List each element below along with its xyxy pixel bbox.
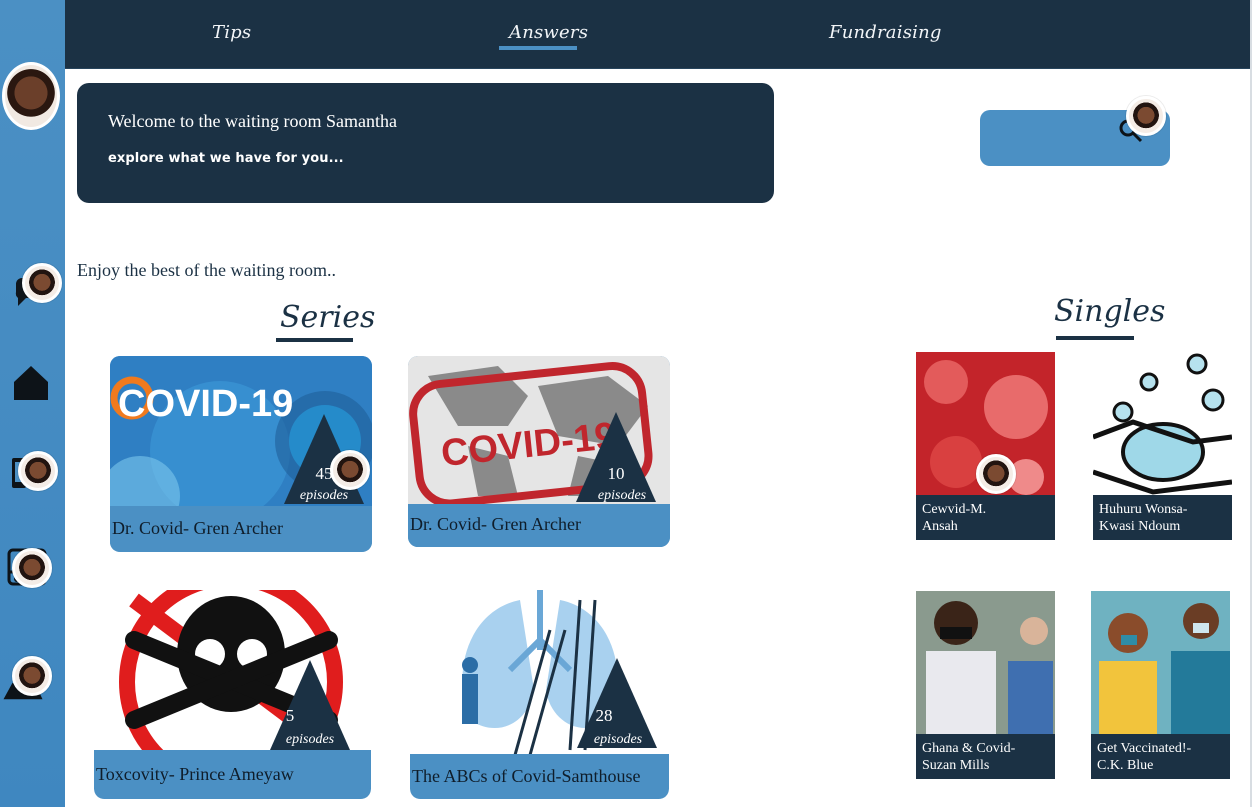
vaccinated-people-image [1091, 591, 1230, 734]
single-title-line: Cewvid-M. [922, 502, 987, 517]
episode-label: episodes [285, 732, 335, 747]
series-title: Dr. Covid- Gren Archer [110, 508, 372, 550]
intro-text: Enjoy the best of the waiting room.. [77, 260, 336, 280]
single-title-line: Huhuru Wonsa- [1099, 502, 1188, 517]
single-card[interactable]: Ghana & Covid- Suzan Mills [916, 591, 1055, 779]
avatar [330, 450, 370, 490]
single-title: Ghana & Covid- Suzan Mills [922, 740, 1015, 774]
welcome-subtitle: explore what we have for you... [108, 151, 344, 166]
handwashing-image [1093, 352, 1232, 495]
single-card[interactable]: Cewvid-M. Ansah [916, 352, 1055, 540]
single-title: Huhuru Wonsa- Kwasi Ndoum [1099, 501, 1187, 535]
avatar [976, 454, 1016, 494]
tab-fundraising[interactable]: Fundraising [829, 22, 942, 43]
series-title: Dr. Covid- Gren Archer [408, 504, 670, 547]
series-card[interactable]: 28 episodes The ABCs of Covid-Samthouse [410, 590, 669, 799]
single-title: Get Vaccinated!- C.K. Blue [1097, 740, 1191, 774]
single-title-line: Suzan Mills [922, 758, 990, 773]
singles-underline [1056, 336, 1134, 340]
series-heading: Series [280, 300, 376, 335]
episode-count: 28 [595, 706, 613, 725]
episode-label: episodes [299, 488, 349, 503]
single-title-line: Kwasi Ndoum [1099, 519, 1181, 534]
series-title: The ABCs of Covid-Samthouse [410, 754, 669, 799]
search-button[interactable] [980, 96, 1170, 166]
welcome-title: Welcome to the waiting room Samantha [108, 111, 397, 131]
single-title: Cewvid-M. Ansah [922, 501, 986, 535]
avatar [12, 548, 52, 588]
avatar [22, 263, 62, 303]
singles-heading: Singles [1054, 294, 1166, 329]
single-card[interactable]: Huhuru Wonsa- Kwasi Ndoum [1093, 352, 1232, 540]
series-card[interactable]: COVID-19 10 episodes Dr. Covid- Gren Arc… [408, 356, 670, 547]
avatar [12, 656, 52, 696]
single-card[interactable]: Get Vaccinated!- C.K. Blue [1091, 591, 1230, 779]
single-title-line: Ansah [922, 519, 958, 534]
tab-tips[interactable]: Tips [212, 22, 251, 43]
single-title-line: Get Vaccinated!- [1097, 741, 1192, 756]
home-icon[interactable] [10, 362, 52, 404]
active-tab-indicator [499, 46, 577, 50]
user-avatar[interactable] [2, 62, 60, 130]
covid-banner-text: COVID-19 [118, 383, 293, 425]
episode-count: 10 [607, 464, 625, 483]
series-title: Toxcovity- Prince Ameyaw [94, 750, 371, 799]
episode-label: episodes [593, 732, 643, 747]
single-title-line: Ghana & Covid- [922, 741, 1016, 756]
sidebar [0, 0, 65, 807]
episode-count: 5 [285, 706, 295, 725]
avatar [18, 451, 58, 491]
series-card[interactable]: COVID-19 45 episodes Dr. Covid- Gren Arc… [110, 356, 372, 552]
episode-label: episodes [597, 488, 647, 503]
avatar [1126, 96, 1166, 136]
series-underline [276, 338, 353, 342]
welcome-banner: Welcome to the waiting room Samantha exp… [77, 83, 774, 203]
tab-answers[interactable]: Answers [509, 22, 588, 43]
top-navigation: Tips Answers Fundraising [65, 0, 1250, 69]
single-title-line: C.K. Blue [1097, 758, 1154, 773]
series-card[interactable]: 5 episodes Toxcovity- Prince Ameyaw [94, 590, 371, 799]
students-masks-image [916, 591, 1055, 734]
